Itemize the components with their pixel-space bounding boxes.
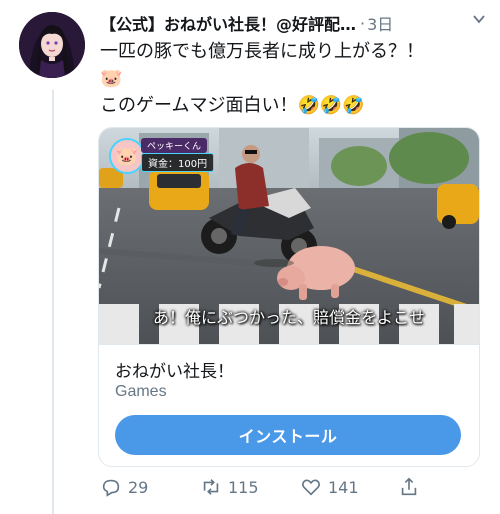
retweet-action[interactable]: 115 bbox=[200, 476, 259, 498]
hud-money: 資金：100円 bbox=[141, 153, 215, 172]
chevron-down-icon[interactable] bbox=[472, 12, 486, 30]
like-count: 141 bbox=[328, 477, 359, 497]
tweet-line-2: 🐷 bbox=[100, 68, 123, 89]
tweet-actions: 29 115 141 bbox=[100, 476, 490, 506]
tweet-line-1: 一匹の豚でも億万長者に成り上がる？！ bbox=[100, 41, 424, 62]
thread-line bbox=[52, 90, 54, 514]
display-name[interactable]: 【公式】おねがい社長！@好評配… bbox=[100, 11, 356, 35]
separator: · bbox=[360, 13, 366, 33]
avatar-image bbox=[19, 12, 85, 78]
card-details[interactable]: おねがい社長！ Games インストール bbox=[99, 344, 479, 466]
retweet-count: 115 bbox=[228, 477, 259, 497]
avatar[interactable] bbox=[19, 12, 85, 78]
pig-avatar-icon: 🐷 bbox=[109, 138, 145, 174]
retweet-icon bbox=[203, 479, 219, 495]
tweet-header: 【公式】おねがい社長！@好評配… · 3日 bbox=[100, 10, 490, 36]
reply-action[interactable]: 29 bbox=[100, 476, 148, 498]
install-button[interactable]: インストール bbox=[115, 415, 461, 455]
app-card[interactable]: 🐷 ペッキーくん 資金：100円 あ！俺にぶつかった、賠償金をよこせ おねがい社… bbox=[98, 127, 480, 467]
reply-count: 29 bbox=[128, 477, 149, 497]
reply-icon bbox=[102, 479, 120, 497]
video-subtitle: あ！俺にぶつかった、賠償金をよこせ bbox=[152, 308, 425, 327]
timestamp[interactable]: 3日 bbox=[367, 11, 393, 35]
app-title[interactable]: おねがい社長！ bbox=[115, 357, 234, 382]
share-icon bbox=[401, 477, 417, 496]
tweet-line-3: このゲームマジ面白い！🤣🤣🤣 bbox=[100, 95, 365, 116]
tweet-text: 一匹の豚でも億万長者に成り上がる？！ 🐷 このゲームマジ面白い！🤣🤣🤣 bbox=[100, 38, 485, 119]
hud-panel: 🐷 ペッキーくん 資金：100円 bbox=[109, 136, 215, 174]
share-action[interactable] bbox=[398, 476, 426, 498]
app-category: Games bbox=[115, 383, 167, 400]
like-action[interactable]: 141 bbox=[300, 476, 359, 498]
heart-icon bbox=[302, 479, 320, 496]
hud-character-name: ペッキーくん bbox=[141, 138, 208, 153]
card-image[interactable]: 🐷 ペッキーくん 資金：100円 あ！俺にぶつかった、賠償金をよこせ bbox=[99, 128, 479, 344]
